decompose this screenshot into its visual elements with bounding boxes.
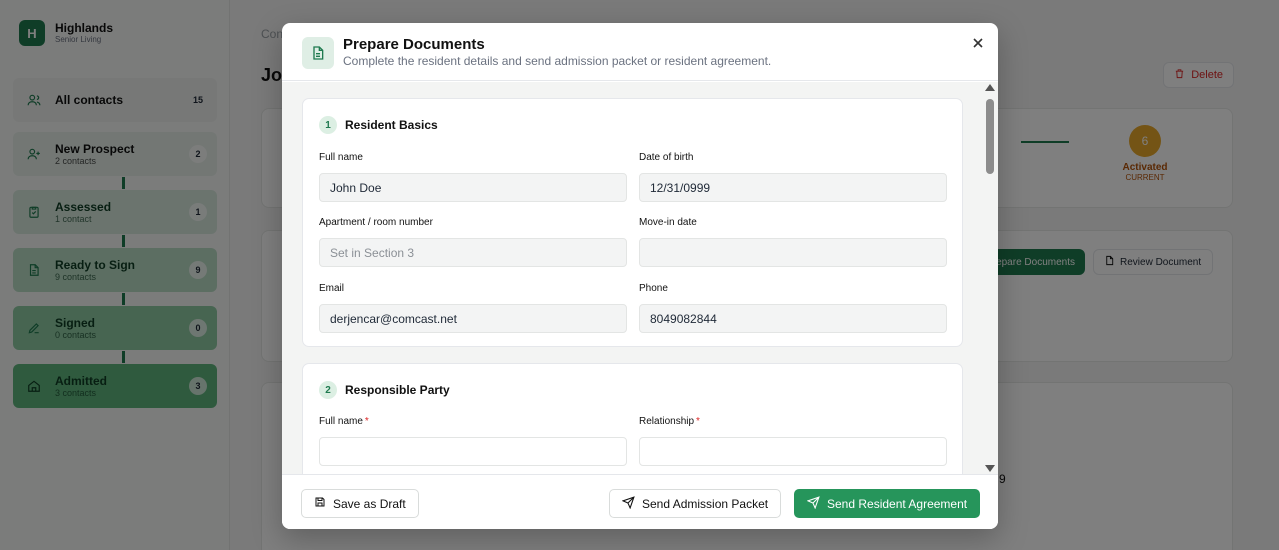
relationship-input[interactable] [639,437,947,466]
responsible-full-name-input[interactable] [319,437,627,466]
full-name-input[interactable] [319,173,627,202]
field-label-text: Relationship [639,416,695,427]
phone-input[interactable] [639,304,947,333]
date-of-birth-field: Date of birth [639,152,947,202]
apartment-input[interactable] [319,238,627,267]
required-marker: * [696,416,700,427]
section-title: Resident Basics [345,118,438,132]
modal-header: Prepare Documents Complete the resident … [282,23,998,81]
modal-title: Prepare Documents [343,36,485,53]
full-name-field: Full name [319,152,627,202]
field-label: Full name [319,152,363,163]
move-in-date-input[interactable] [639,238,947,267]
section-responsible-party: 2 Responsible Party Full name * Relations… [302,363,963,474]
document-icon [302,37,334,69]
modal-body[interactable]: 1 Resident Basics Full name Date of birt… [282,82,998,474]
send-admission-packet-label: Send Admission Packet [642,496,769,511]
modal-subtitle: Complete the resident details and send a… [343,54,772,68]
scroll-down-arrow-icon[interactable] [985,465,995,472]
field-label: Move-in date [639,217,697,228]
field-label: Relationship * [639,416,947,428]
send-icon [621,495,635,512]
move-in-date-field: Move-in date [639,217,947,267]
field-label: Date of birth [639,152,694,163]
field-label: Phone [639,283,668,294]
scrollbar[interactable] [984,82,996,474]
send-resident-agreement-button[interactable]: Send Resident Agreement [794,489,981,518]
field-label: Full name * [319,416,627,428]
modal-footer: Save as Draft Send Admission Packet Send… [282,474,998,529]
section-resident-basics: 1 Resident Basics Full name Date of birt… [302,98,963,347]
section-title: Responsible Party [345,383,450,397]
date-of-birth-input[interactable] [639,173,947,202]
required-marker: * [364,416,369,427]
send-admission-packet-button[interactable]: Send Admission Packet [609,489,782,518]
field-label: Apartment / room number [319,217,433,228]
prepare-documents-modal: Prepare Documents Complete the resident … [282,23,998,529]
scrollbar-thumb[interactable] [986,99,994,174]
section-number: 1 [319,116,337,134]
section-number: 2 [319,381,337,399]
apartment-field: Apartment / room number [319,217,627,267]
relationship-field: Relationship * [639,416,947,466]
send-icon [806,495,820,512]
close-icon[interactable] [970,35,986,51]
email-input[interactable] [319,304,627,333]
send-resident-agreement-label: Send Resident Agreement [827,496,968,511]
section-header: 1 Resident Basics [319,116,438,134]
save-as-draft-label: Save as Draft [333,496,406,511]
email-field: Email [319,283,627,333]
scroll-up-arrow-icon[interactable] [985,84,995,91]
section-header: 2 Responsible Party [319,381,450,399]
field-label: Email [319,283,345,294]
save-as-draft-button[interactable]: Save as Draft [301,489,419,518]
responsible-full-name-field: Full name * [319,416,627,466]
field-label-text: Full name [319,416,363,427]
phone-field: Phone [639,283,947,333]
save-icon [314,496,326,511]
